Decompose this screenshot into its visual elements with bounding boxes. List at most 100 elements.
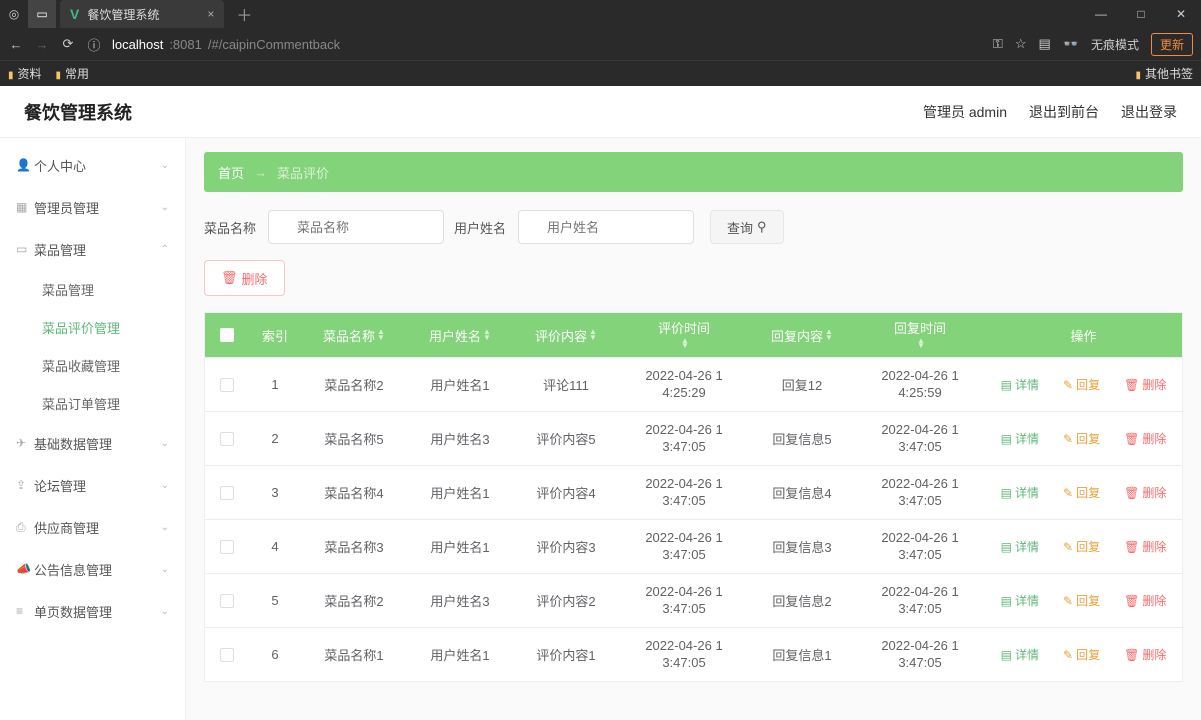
- share-icon: ⇪: [16, 478, 34, 492]
- col-dish-name[interactable]: 菜品名称▲▼: [301, 326, 407, 345]
- row-delete-button[interactable]: 🗑删除: [1124, 430, 1166, 447]
- sidebar-sub-dish-collect[interactable]: 菜品收藏管理: [0, 346, 185, 384]
- reply-button[interactable]: ✎回复: [1063, 592, 1100, 609]
- sidebar-sub-dish-manage[interactable]: 菜品管理: [0, 270, 185, 308]
- sidebar-item-basedata[interactable]: ✈基础数据管理⌄: [0, 422, 185, 464]
- edit-icon: ✎: [1063, 378, 1073, 392]
- cell-reply: 回复信息4: [749, 483, 855, 502]
- sidebar-item-pagedata[interactable]: ≡单页数据管理⌄: [0, 590, 185, 632]
- cell-comment-time: 2022-04-26 13:47:05: [619, 638, 749, 672]
- reply-button[interactable]: ✎回复: [1063, 484, 1100, 501]
- cell-comment: 评论111: [513, 375, 619, 394]
- app-icon: ◎: [0, 0, 28, 28]
- cell-reply-time: 2022-04-26 13:47:05: [855, 638, 985, 672]
- maximize-icon[interactable]: □: [1121, 0, 1161, 28]
- panel-icon[interactable]: ▤: [1038, 36, 1050, 52]
- breadcrumb-home[interactable]: 首页: [218, 163, 244, 182]
- bookmark-other[interactable]: 其他书签: [1135, 65, 1193, 82]
- cell-reply-time: 2022-04-26 13:47:05: [855, 422, 985, 456]
- cell-comment-time: 2022-04-26 14:25:29: [619, 368, 749, 402]
- incognito-label: 无痕模式: [1091, 36, 1139, 53]
- cell-comment: 评价内容4: [513, 483, 619, 502]
- bookmark-folder[interactable]: 资料: [8, 65, 42, 82]
- dish-name-input[interactable]: [268, 210, 444, 244]
- url-host: localhost: [112, 37, 163, 52]
- row-delete-button[interactable]: 🗑删除: [1124, 592, 1166, 609]
- forward-icon[interactable]: →: [34, 37, 50, 52]
- sidebar-item-supplier[interactable]: ⎙供应商管理⌄: [0, 506, 185, 548]
- detail-button[interactable]: ▤详情: [1001, 376, 1039, 393]
- data-table: 索引 菜品名称▲▼ 用户姓名▲▼ 评价内容▲▼ 评价时间▲▼ 回复内容▲▼ 回复…: [204, 312, 1183, 682]
- cell-reply: 回复信息3: [749, 537, 855, 556]
- sort-icon: ▲▼: [377, 329, 385, 340]
- label-user-name: 用户姓名: [454, 218, 506, 237]
- sidebar-item-notice[interactable]: 📣公告信息管理⌄: [0, 548, 185, 590]
- reply-button[interactable]: ✎回复: [1063, 646, 1100, 663]
- sidebar-sub-dish-comment[interactable]: 菜品评价管理: [0, 308, 185, 346]
- reply-button[interactable]: ✎回复: [1063, 376, 1100, 393]
- key-icon[interactable]: ⚿: [993, 36, 1003, 52]
- col-reply-time[interactable]: 回复时间▲▼: [855, 321, 985, 349]
- url-field[interactable]: localhost:8081/#/caipinCommentback: [112, 37, 340, 52]
- reload-icon[interactable]: ⟳: [60, 36, 76, 52]
- trash-icon: 🗑: [1124, 486, 1139, 500]
- detail-button[interactable]: ▤详情: [1001, 538, 1039, 555]
- cell-index: 2: [249, 431, 301, 446]
- exit-front-link[interactable]: 退出到前台: [1029, 102, 1099, 122]
- cell-reply-time: 2022-04-26 14:25:59: [855, 368, 985, 402]
- tab-title: 餐饮管理系统: [87, 6, 159, 23]
- trash-icon: 🗑: [1124, 378, 1139, 392]
- back-icon[interactable]: ←: [8, 37, 24, 52]
- trash-icon: 🗑: [1124, 432, 1139, 446]
- row-checkbox[interactable]: [220, 648, 234, 662]
- sidebar-item-forum[interactable]: ⇪论坛管理⌄: [0, 464, 185, 506]
- row-delete-button[interactable]: 🗑删除: [1124, 484, 1166, 501]
- col-user-name[interactable]: 用户姓名▲▼: [407, 326, 513, 345]
- detail-button[interactable]: ▤详情: [1001, 592, 1039, 609]
- star-icon[interactable]: ☆: [1015, 36, 1027, 52]
- browser-tab[interactable]: V 餐饮管理系统 ×: [60, 0, 224, 28]
- sidebar-sub-dish-order[interactable]: 菜品订单管理: [0, 384, 185, 422]
- detail-button[interactable]: ▤详情: [1001, 484, 1039, 501]
- new-tab-button[interactable]: ＋: [236, 2, 252, 26]
- close-icon[interactable]: ×: [207, 7, 214, 21]
- row-delete-button[interactable]: 🗑删除: [1124, 646, 1166, 663]
- row-checkbox[interactable]: [220, 378, 234, 392]
- doc-icon: ▤: [1001, 648, 1012, 662]
- reply-button[interactable]: ✎回复: [1063, 430, 1100, 447]
- sidebar-item-admin[interactable]: ▦管理员管理⌄: [0, 186, 185, 228]
- edit-icon: ✎: [1063, 648, 1073, 662]
- query-button[interactable]: 查询⚲: [710, 210, 784, 244]
- sidebar-item-dish[interactable]: ▭菜品管理⌃: [0, 228, 185, 270]
- update-button[interactable]: 更新: [1151, 33, 1193, 56]
- detail-button[interactable]: ▤详情: [1001, 430, 1039, 447]
- sidebar-item-profile[interactable]: 👤个人中心⌄: [0, 144, 185, 186]
- browser-address-bar: ← → ⟳ ⓘ localhost:8081/#/caipinCommentba…: [0, 28, 1201, 60]
- bookmark-folder[interactable]: 常用: [56, 65, 90, 82]
- minimize-icon[interactable]: —: [1081, 0, 1121, 28]
- col-comment[interactable]: 评价内容▲▼: [513, 326, 619, 345]
- close-window-icon[interactable]: ✕: [1161, 0, 1201, 28]
- select-all-checkbox[interactable]: [220, 328, 234, 342]
- table-row: 3菜品名称4用户姓名1评价内容42022-04-26 13:47:05回复信息4…: [205, 465, 1182, 519]
- row-checkbox[interactable]: [220, 540, 234, 554]
- info-icon[interactable]: ⓘ: [86, 35, 102, 54]
- col-comment-time[interactable]: 评价时间▲▼: [619, 321, 749, 349]
- reply-button[interactable]: ✎回复: [1063, 538, 1100, 555]
- chevron-down-icon: ⌄: [161, 480, 169, 491]
- delete-button[interactable]: 🗑删除: [204, 260, 285, 296]
- row-delete-button[interactable]: 🗑删除: [1124, 538, 1166, 555]
- cell-comment: 评价内容1: [513, 645, 619, 664]
- row-checkbox[interactable]: [220, 486, 234, 500]
- user-name-input[interactable]: [518, 210, 694, 244]
- vue-icon: V: [70, 6, 79, 22]
- col-index: 索引: [249, 326, 301, 345]
- logout-link[interactable]: 退出登录: [1121, 102, 1177, 122]
- col-reply[interactable]: 回复内容▲▼: [749, 326, 855, 345]
- row-checkbox[interactable]: [220, 432, 234, 446]
- row-delete-button[interactable]: 🗑删除: [1124, 376, 1166, 393]
- admin-label[interactable]: 管理员 admin: [923, 102, 1007, 122]
- detail-button[interactable]: ▤详情: [1001, 646, 1039, 663]
- row-checkbox[interactable]: [220, 594, 234, 608]
- horn-icon: 📣: [16, 562, 34, 576]
